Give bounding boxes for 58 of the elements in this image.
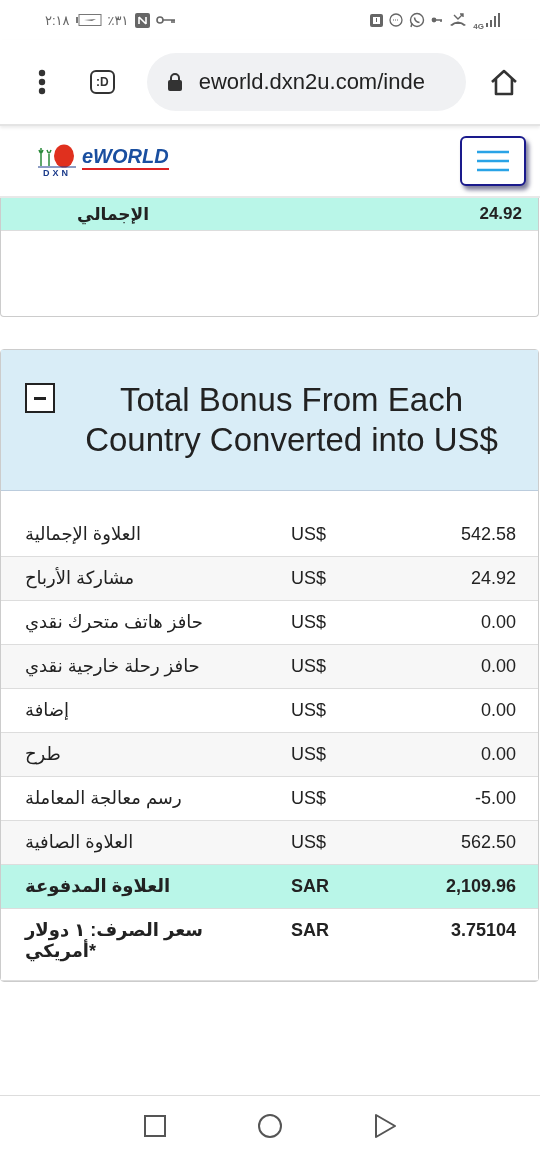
amount-cell: 542.58 <box>460 524 516 545</box>
key-icon <box>431 16 444 24</box>
row-label: العلاوة الصافية <box>25 832 135 853</box>
amount-cell: -5.00 <box>474 788 516 809</box>
amount-cell: 0.00 <box>480 700 516 721</box>
currency-cell-text: US$ <box>291 568 327 589</box>
amount-cell: 562.50 <box>460 832 516 853</box>
total-label: الإجمالي <box>77 203 150 225</box>
tab-switcher[interactable]: :D <box>90 70 115 94</box>
home-circle-icon[interactable] <box>258 1114 282 1138</box>
row-label: حافز رحلة خارجية نقدي <box>25 656 201 677</box>
row-label: إضافة <box>25 700 71 721</box>
collapse-toggle[interactable] <box>25 383 55 413</box>
currency-cell-text: US$ <box>291 700 327 721</box>
row-label: حافز هاتف متحرك نقدي <box>25 612 204 633</box>
currency-cell-text: US$ <box>291 612 327 633</box>
battery-icon <box>75 14 102 26</box>
lock-icon <box>166 72 183 92</box>
currency-cell-text: SAR <box>291 920 330 941</box>
currency-cell-text: US$ <box>291 788 327 809</box>
missed-call-icon <box>449 13 468 27</box>
more-options-icon[interactable] <box>38 69 46 95</box>
row-label: رسم معالجة المعاملة <box>25 788 183 809</box>
key-icon <box>155 15 176 25</box>
chat-icon <box>409 12 426 28</box>
amount-cell: 2,109.96 <box>445 876 516 897</box>
amount-cell: 0.00 <box>480 612 516 633</box>
currency-cell-text: US$ <box>291 524 327 545</box>
row-label: مشاركة الأرباح <box>25 568 136 589</box>
amount-cell: 0.00 <box>480 744 516 765</box>
menu-icon <box>476 150 510 172</box>
currency-cell-text: US$ <box>291 656 327 677</box>
message-icon <box>389 13 404 27</box>
row-label: العلاوة الإجمالية <box>25 524 142 545</box>
signal-icon <box>486 13 500 27</box>
recent-apps-icon[interactable] <box>144 1115 166 1137</box>
total-value: 24.92 <box>479 204 522 224</box>
clock-time: ٢:١٨ <box>45 12 70 28</box>
address-bar[interactable]: eworld.dxn2u.com/inde <box>146 53 467 111</box>
home-icon[interactable] <box>490 68 518 96</box>
logo[interactable]: DXN eWORLD <box>38 144 169 178</box>
amount-cell: 24.92 <box>470 568 516 589</box>
network-type: 4G <box>473 21 484 31</box>
row-label: سعر الصرف: ١ دولار أمريكي* <box>25 920 205 962</box>
back-triangle-icon[interactable] <box>374 1114 396 1138</box>
row-label: العلاوة المدفوعة <box>25 876 172 897</box>
download-icon <box>370 13 384 27</box>
currency-cell-text: US$ <box>291 832 327 853</box>
amount-cell: 3.75104 <box>450 920 516 941</box>
row-label: طرح <box>25 744 62 765</box>
battery-percent: ٣١٪ <box>107 12 129 28</box>
amount-cell: 0.00 <box>480 656 516 677</box>
nfc-icon <box>134 12 150 28</box>
panel-title: Total Bonus From Each Country Converted into US$ <box>84 380 499 460</box>
url-text: eworld.dxn2u.com/inde <box>198 69 425 95</box>
currency-cell-text: US$ <box>291 744 327 765</box>
currency-cell-text: SAR <box>291 876 330 897</box>
menu-button[interactable] <box>460 136 526 186</box>
